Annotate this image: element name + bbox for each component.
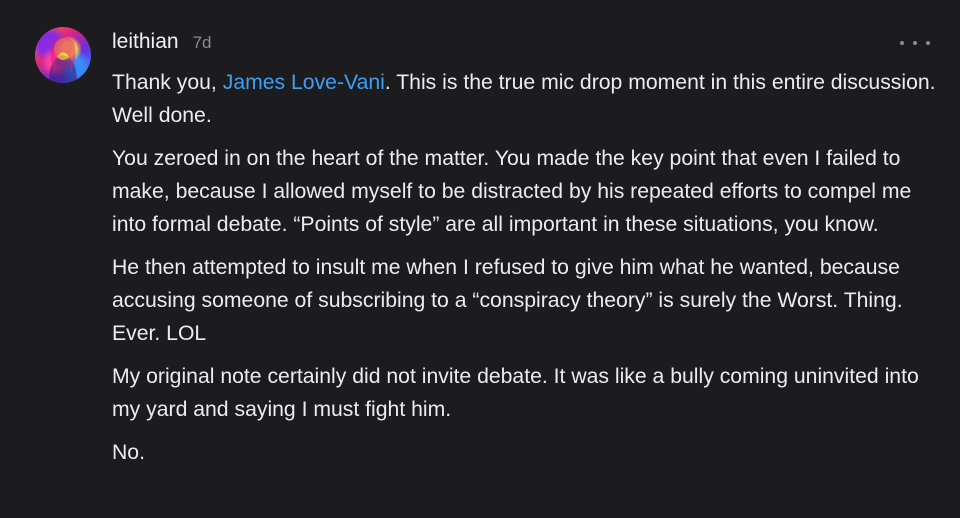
avatar[interactable] [35,27,91,83]
comment-body: Thank you, James Love-Vani. This is the … [112,66,942,479]
user-mention-link[interactable]: James Love-Vani [223,71,385,94]
timestamp[interactable]: 7d [193,33,212,53]
ellipsis-dot [913,41,917,45]
username-link[interactable]: leithian [112,30,179,54]
comment: leithian 7d Thank you, James Love-Vani. … [0,0,960,518]
paragraph-prefix: Thank you, [112,71,223,94]
ellipsis-dot [900,41,904,45]
more-options-icon[interactable] [900,36,930,50]
avatar-image [49,38,77,83]
comment-paragraph: No. [112,441,145,464]
comment-paragraph: You zeroed in on the heart of the matter… [112,147,912,236]
comment-header: leithian 7d [112,30,211,58]
comment-paragraph: He then attempted to insult me when I re… [112,256,903,345]
ellipsis-dot [926,41,930,45]
comment-paragraph: My original note certainly did not invit… [112,365,919,421]
comment-paragraph: Thank you, James Love-Vani. This is the … [112,66,942,132]
